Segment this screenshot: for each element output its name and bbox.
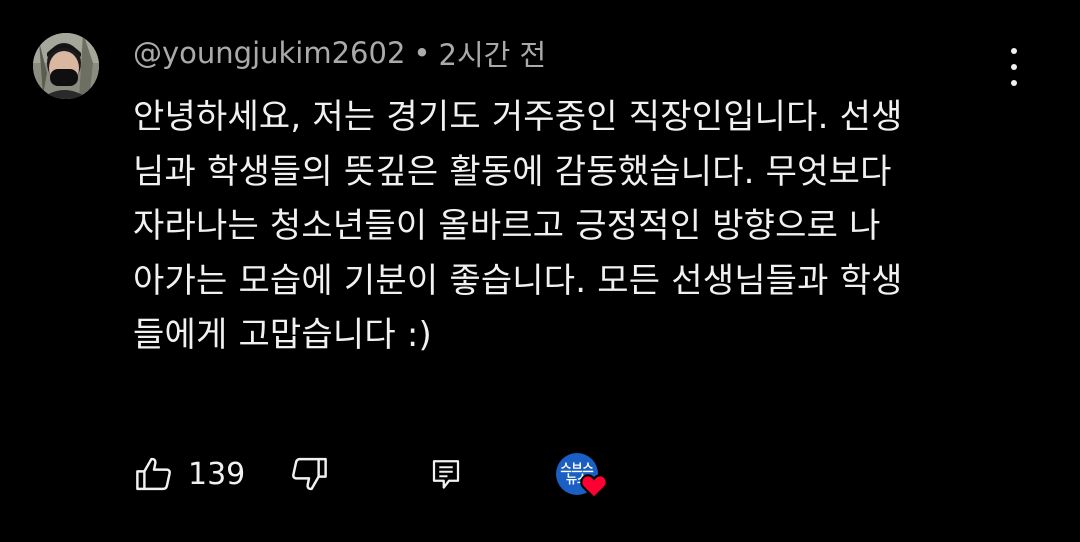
comment-line: 아가는 모습에 기분이 좋습니다. 모든 선생님들과 학생 — [133, 260, 903, 301]
comment-line: 안녕하세요, 저는 경기도 거주중인 직장인입니다. 선생 — [133, 97, 903, 137]
more-vert-icon — [1011, 48, 1017, 54]
heart-icon — [580, 474, 608, 499]
more-vert-icon — [1011, 80, 1017, 86]
author-avatar[interactable] — [33, 33, 99, 99]
thumbs-up-icon — [136, 457, 171, 491]
more-options-button[interactable] — [1000, 48, 1028, 86]
dislike-button[interactable] — [288, 448, 330, 500]
comment-line: 들에게 고맙습니다 :) — [133, 315, 432, 355]
comment-timestamp: 2시간 전 — [438, 38, 547, 72]
comment-header: @youngjukim2602 • 2시간 전 — [133, 32, 546, 74]
creator-heart-badge: 스브스 뉴스 — [553, 451, 613, 501]
comment-body: 안녕하세요, 저는 경기도 거주중인 직장인입니다. 선생 님과 학생들의 뜻깊… — [133, 90, 1013, 363]
reply-comment-icon — [432, 460, 460, 489]
avatar-photo — [33, 33, 99, 99]
comment-thread: @youngjukim2602 • 2시간 전 안녕하세요, 저는 경기도 거주… — [0, 0, 1080, 542]
separator-dot: • — [413, 36, 431, 70]
more-vert-icon — [1011, 64, 1017, 70]
reply-button[interactable] — [428, 448, 464, 500]
author-handle[interactable]: @youngjukim2602 — [133, 36, 405, 70]
like-count: 139 — [188, 456, 246, 492]
thumbs-down-icon — [292, 457, 327, 491]
like-button[interactable]: 139 — [133, 448, 245, 500]
comment-line: 님과 학생들의 뜻깊은 활동에 감동했습니다. 무엇보다 — [133, 151, 892, 192]
comment-line: 자라나는 청소년들이 올바르고 긍정적인 방향으로 나 — [133, 206, 881, 246]
comment-actions: 139 스브스 뉴스 — [133, 448, 633, 500]
